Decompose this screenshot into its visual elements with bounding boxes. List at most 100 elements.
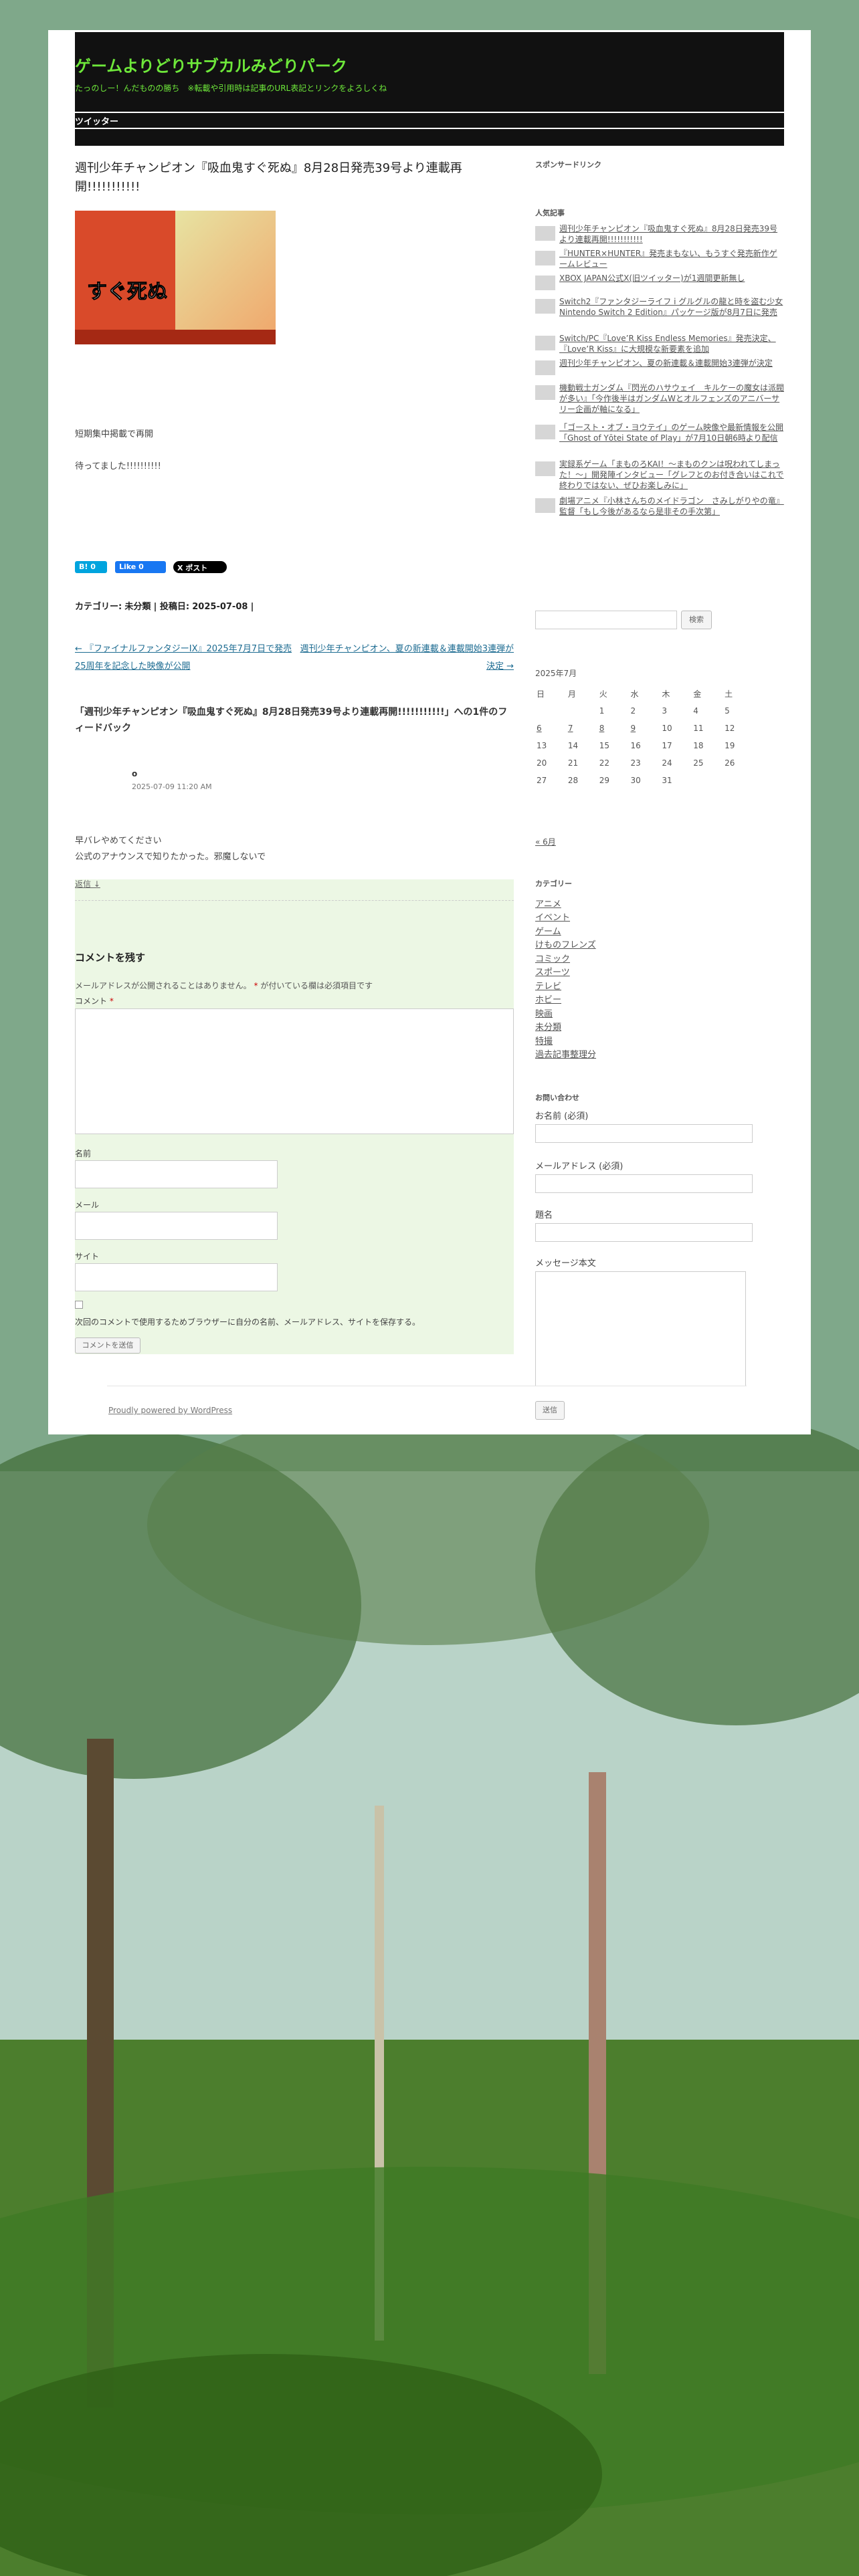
name-label: 名前 xyxy=(75,1149,92,1158)
calendar-row: 1 2 3 4 5 xyxy=(537,703,755,719)
popular-link[interactable]: XBOX JAPAN公式X(旧ツイッター)が1週間更新無し xyxy=(559,273,784,284)
popular-link[interactable]: 機動戦士ガンダム『閃光のハサウェイ キルケーの魔女は派閥が多い』「今作後半はガン… xyxy=(559,383,784,415)
thumbnail-icon xyxy=(535,276,555,290)
popular-title: 人気記事 xyxy=(535,209,565,217)
comment-textarea[interactable] xyxy=(75,1008,514,1134)
popular-item[interactable]: 『HUNTER×HUNTER』発売まもない、もうすぐ発売新作ゲームレビュー xyxy=(535,248,784,270)
calendar-cell: 1 xyxy=(599,706,605,716)
reply-link[interactable]: 返信 ↓ xyxy=(75,878,100,889)
category-link[interactable]: テレビ xyxy=(535,979,561,992)
hatena-bookmark-button[interactable]: B! 0 xyxy=(75,561,107,573)
popular-item[interactable]: Switch/PC『Love’R Kiss Endless Memories』発… xyxy=(535,333,784,354)
calendar-cell: 7 xyxy=(568,720,598,736)
comment-label: コメント * xyxy=(75,995,114,1006)
required-mark: * xyxy=(109,996,114,1006)
comment-label-text: コメント xyxy=(75,996,108,1006)
popular-link[interactable]: Switch2『ファンタジーライフ i グルグルの龍と時を盗む少女 Ninten… xyxy=(559,296,784,318)
popular-link[interactable]: 『HUNTER×HUNTER』発売まもない、もうすぐ発売新作ゲームレビュー xyxy=(559,248,784,270)
popular-link[interactable]: 実録系ゲーム「まものろKAI！～まものクンは呪われてしまった！～」開発陣インタビ… xyxy=(559,459,784,491)
search-button[interactable]: 検索 xyxy=(681,611,712,629)
contact-subject-input[interactable] xyxy=(535,1223,753,1242)
post-paragraph: 短期集中掲載で再開 xyxy=(75,429,154,439)
category-link[interactable]: 未分類 xyxy=(124,602,151,612)
popular-link[interactable]: 劇場アニメ『小林さんちのメイドラゴン さみしがりやの竜』監督「もし今後があるなら… xyxy=(559,496,784,517)
category-link[interactable]: 未分類 xyxy=(535,1020,561,1033)
contact-title: お問い合わせ xyxy=(535,1093,579,1102)
contact-send-button[interactable]: 送信 xyxy=(535,1401,565,1420)
thumbnail-icon xyxy=(535,226,555,241)
submit-comment-button[interactable]: コメントを送信 xyxy=(75,1337,140,1354)
category-link[interactable]: 過去記事整理分 xyxy=(535,1047,596,1060)
previous-post-link[interactable]: ← 『ファイナルファンタジーIX』2025年7月7日で発売25周年を記念した映像… xyxy=(75,641,302,675)
category-link[interactable]: イベント xyxy=(535,910,570,923)
calendar-table: 日 月 火 水 木 金 土 1 2 3 4 5 6 7 8 9 10 11 12… xyxy=(535,684,756,790)
comment-divider xyxy=(75,900,514,901)
calendar-day-link[interactable]: 8 xyxy=(599,724,605,733)
popular-link[interactable]: 週刊少年チャンピオン『吸血鬼すぐ死ぬ』8月28日発売39号より連載再開!!!!!… xyxy=(559,223,784,245)
popular-item[interactable]: 週刊少年チャンピオン、夏の新連載＆連載開始3連弾が決定 xyxy=(535,358,784,379)
reply-title: コメントを残す xyxy=(75,952,146,964)
calendar-day-link[interactable]: 6 xyxy=(537,724,542,733)
meta-suffix: | xyxy=(250,602,254,612)
popular-item[interactable]: 劇場アニメ『小林さんちのメイドラゴン さみしがりやの竜』監督「もし今後があるなら… xyxy=(535,496,784,517)
contact-email-input[interactable] xyxy=(535,1174,753,1193)
category-link[interactable]: ゲーム xyxy=(535,924,561,937)
category-link[interactable]: 特撮 xyxy=(535,1034,553,1047)
comment-line: 公式のアナウンスで知りたかった。邪魔しないで xyxy=(75,852,266,862)
calendar-prev-month-link[interactable]: « 6月 xyxy=(535,836,556,847)
contact-name-label: お名前 (必須) xyxy=(535,1111,589,1121)
sponsored-title: スポンサードリンク xyxy=(535,160,601,169)
calendar-day-header: 木 xyxy=(662,689,670,699)
calendar-cell: 29 xyxy=(599,776,609,785)
category-link[interactable]: スポーツ xyxy=(535,965,570,978)
posted-label: | 投稿日: xyxy=(153,602,190,612)
contact-name-input[interactable] xyxy=(535,1124,753,1143)
contact-message-textarea[interactable] xyxy=(535,1271,746,1386)
category-link[interactable]: アニメ xyxy=(535,897,561,909)
popular-link[interactable]: Switch/PC『Love’R Kiss Endless Memories』発… xyxy=(559,333,784,354)
nav-item-twitter[interactable]: ツイッター xyxy=(75,114,118,127)
calendar-cell: 2 xyxy=(630,706,636,716)
popular-item[interactable]: Switch2『ファンタジーライフ i グルグルの龍と時を盗む少女 Ninten… xyxy=(535,296,784,318)
calendar-cell: 17 xyxy=(662,741,672,750)
next-post-link[interactable]: 週刊少年チャンピオン、夏の新連載＆連載開始3連弾が決定 → xyxy=(300,641,514,675)
post-date[interactable]: 2025-07-08 xyxy=(192,602,248,612)
nav-divider-bottom xyxy=(75,128,784,129)
cookie-consent-checkbox[interactable] xyxy=(75,1301,83,1309)
calendar-day-header: 火 xyxy=(599,689,607,699)
popular-link[interactable]: 週刊少年チャンピオン、夏の新連載＆連載開始3連弾が決定 xyxy=(559,358,784,368)
x-post-button[interactable]: X ポスト xyxy=(173,561,227,573)
notes-text: メールアドレスが公開されることはありません。 xyxy=(75,981,252,990)
calendar-cell: 15 xyxy=(599,741,609,750)
popular-item[interactable]: 「ゴースト・オブ・ヨウテイ」のゲーム映像や最新情報を公開「Ghost of Yō… xyxy=(535,422,784,443)
site-title[interactable]: ゲームよりどりサブカルみどりパーク xyxy=(75,53,347,76)
category-link[interactable]: ホビー xyxy=(535,992,561,1005)
calendar-cell: 28 xyxy=(567,776,579,785)
category-link[interactable]: 映画 xyxy=(535,1006,553,1019)
calendar-day-link[interactable]: 7 xyxy=(568,724,573,733)
calendar-cell xyxy=(725,772,755,788)
popular-item[interactable]: XBOX JAPAN公式X(旧ツイッター)が1週間更新無し xyxy=(535,273,784,294)
category-link[interactable]: けものフレンズ xyxy=(535,938,596,950)
comment-author: o xyxy=(132,769,138,778)
email-input[interactable] xyxy=(75,1212,278,1240)
facebook-like-button[interactable]: Like 0 xyxy=(115,561,166,573)
search-input[interactable] xyxy=(535,611,677,629)
footer-credit-link[interactable]: Proudly powered by WordPress xyxy=(108,1406,232,1415)
popular-link[interactable]: 「ゴースト・オブ・ヨウテイ」のゲーム映像や最新情報を公開「Ghost of Yō… xyxy=(559,422,784,443)
site-input[interactable] xyxy=(75,1263,278,1291)
entry-meta: カテゴリー: 未分類 | 投稿日: 2025-07-08 | xyxy=(75,599,254,612)
calendar-row: 20 21 22 23 24 25 26 xyxy=(537,755,755,771)
popular-item[interactable]: 機動戦士ガンダム『閃光のハサウェイ キルケーの魔女は派閥が多い』「今作後半はガン… xyxy=(535,383,784,414)
category-link[interactable]: コミック xyxy=(535,952,570,964)
comment-date[interactable]: 2025-07-09 11:20 AM xyxy=(132,782,212,791)
thumbnail-icon xyxy=(535,336,555,350)
comment-line: 早バレやめてください xyxy=(75,836,162,846)
popular-item[interactable]: 週刊少年チャンピオン『吸血鬼すぐ死ぬ』8月28日発売39号より連載再開!!!!!… xyxy=(535,223,784,245)
popular-item[interactable]: 実録系ゲーム「まものろKAI！～まものクンは呪われてしまった！～」開発陣インタビ… xyxy=(535,459,784,490)
name-input[interactable] xyxy=(75,1160,278,1188)
post-thumbnail[interactable]: すぐ死ぬ xyxy=(75,211,276,344)
thumbnail-icon xyxy=(535,299,555,314)
calendar-day-link[interactable]: 9 xyxy=(631,724,636,733)
entry-title[interactable]: 週刊少年チャンピオン『吸血鬼すぐ死ぬ』8月28日発売39号より連載再開!!!!!… xyxy=(75,159,514,197)
